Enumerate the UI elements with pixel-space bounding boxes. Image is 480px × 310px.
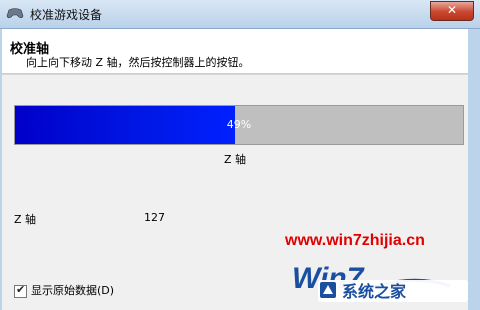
axis-value: 127 — [144, 211, 165, 224]
logo-brand: 系统之家 — [342, 282, 407, 301]
check-icon: ✔ — [16, 282, 26, 296]
checkbox-label: 显示原始数据(D) — [31, 284, 115, 297]
instruction-text: 向上向下移动 Z 轴，然后按控制器上的按钮。 — [26, 56, 250, 69]
title-bar: 校准游戏设备 ✕ — [0, 0, 480, 29]
axis-value-label: Z 轴 — [14, 213, 37, 226]
checkbox-box[interactable]: ✔ — [14, 282, 27, 298]
gamepad-icon — [6, 8, 24, 19]
axis-progress-label: 49% — [226, 118, 252, 131]
axis-progress-bar: 49% — [14, 105, 464, 145]
show-raw-data-checkbox[interactable]: ✔ 显示原始数据(D) — [14, 282, 114, 298]
close-button[interactable]: ✕ — [430, 1, 474, 21]
window-title: 校准游戏设备 — [30, 8, 103, 22]
axis-caption: Z 轴 — [223, 153, 247, 166]
page-header: 校准轴 向上向下移动 Z 轴，然后按控制器上的按钮。 — [2, 29, 468, 73]
window-frame-edge — [470, 29, 480, 309]
watermark-logo: Win7 系统之家 — [292, 262, 468, 302]
watermark-url: www.win7zhijia.cn — [285, 232, 425, 249]
